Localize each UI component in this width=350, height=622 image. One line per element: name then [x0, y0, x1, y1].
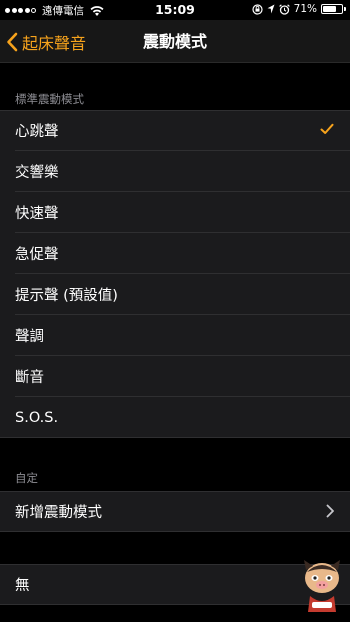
chevron-right-icon [326, 504, 334, 518]
settings-list[interactable]: 標準震動模式 心跳聲 交響樂 快速聲 急促聲 提示聲 (預設值) 聲調 斷音 S… [0, 64, 350, 622]
battery-percent: 71% [293, 3, 317, 15]
mascot-watermark-icon [304, 560, 340, 612]
navigation-bar: 起床聲音 震動模式 [0, 20, 350, 63]
battery-icon [321, 4, 346, 14]
option-label: 新增震動模式 [15, 505, 102, 521]
vibration-option-tone[interactable]: 聲調 [0, 315, 350, 356]
option-label: 聲調 [15, 329, 44, 345]
screen: 遠傳電信 15:09 71% 起床聲音 震動模式 標準震動模式 心跳聲 交響樂 … [0, 0, 350, 622]
orientation-lock-icon [252, 3, 263, 15]
vibration-option-heartbeat[interactable]: 心跳聲 [0, 110, 350, 151]
option-label: 急促聲 [15, 247, 59, 263]
standard-vibrations-group: 心跳聲 交響樂 快速聲 急促聲 提示聲 (預設值) 聲調 斷音 S.O.S. [0, 110, 350, 438]
vibration-option-rapid[interactable]: 快速聲 [0, 192, 350, 233]
back-button[interactable]: 起床聲音 [6, 20, 86, 63]
vibration-option-symphony[interactable]: 交響樂 [0, 151, 350, 192]
status-bar: 遠傳電信 15:09 71% [0, 0, 350, 20]
option-label: 斷音 [15, 370, 44, 386]
vibration-option-sos[interactable]: S.O.S. [0, 397, 350, 438]
option-label: 無 [15, 578, 30, 594]
vibration-option-urgent[interactable]: 急促聲 [0, 233, 350, 274]
alarm-clock-icon [278, 3, 290, 15]
option-label: 心跳聲 [15, 124, 59, 140]
section-header-standard: 標準震動模式 [15, 92, 84, 106]
chevron-left-icon [7, 32, 18, 51]
create-new-vibration-button[interactable]: 新增震動模式 [0, 491, 350, 532]
status-right: 71% [252, 3, 346, 15]
option-label: 快速聲 [15, 206, 59, 222]
section-header-custom: 自定 [15, 471, 38, 485]
custom-vibrations-group: 新增震動模式 [0, 491, 350, 532]
option-label: 交響樂 [15, 165, 59, 181]
vibration-option-alert[interactable]: 提示聲 (預設值) [0, 274, 350, 315]
option-label: S.O.S. [15, 409, 59, 426]
back-button-label: 起床聲音 [22, 33, 87, 53]
vibration-option-staccato[interactable]: 斷音 [0, 356, 350, 397]
location-arrow-icon [267, 4, 275, 13]
option-label: 提示聲 (預設值) [15, 288, 118, 304]
checkmark-icon [320, 123, 334, 134]
